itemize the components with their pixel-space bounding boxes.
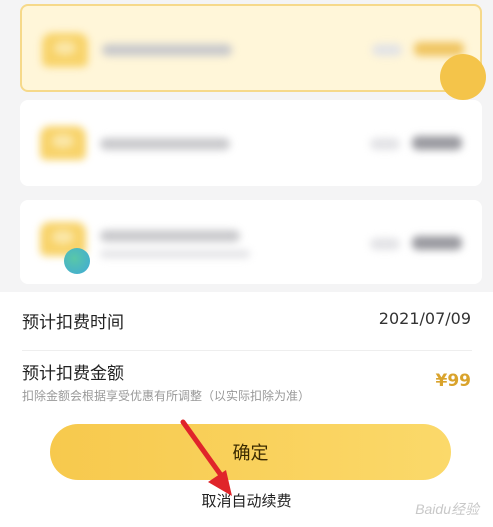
schedule-date: 2021/07/09 bbox=[378, 309, 471, 328]
confirm-button[interactable]: 确定 bbox=[50, 424, 451, 480]
selected-corner-badge bbox=[440, 54, 486, 100]
amount-note: 扣除金额会根据享受优惠有所调整（以实际扣除为准） bbox=[22, 389, 311, 403]
crown-icon bbox=[42, 33, 88, 67]
membership-card[interactable] bbox=[20, 100, 482, 186]
promo-badge-icon bbox=[64, 248, 90, 274]
schedule-label: 预计扣费时间 bbox=[22, 313, 124, 333]
auto-renew-sheet: 预计扣费时间 2021/07/09 预计扣费金额 扣除金额会根据享受优惠有所调整… bbox=[0, 292, 493, 527]
amount-value: ¥99 bbox=[435, 371, 472, 391]
membership-card[interactable] bbox=[20, 200, 482, 284]
membership-card-selected[interactable] bbox=[20, 4, 486, 100]
crown-icon bbox=[40, 126, 86, 160]
membership-list bbox=[0, 0, 493, 292]
watermark-logo: Baidu经验 bbox=[415, 501, 479, 517]
divider bbox=[22, 350, 472, 351]
amount-label: 预计扣费金额 bbox=[22, 364, 124, 384]
